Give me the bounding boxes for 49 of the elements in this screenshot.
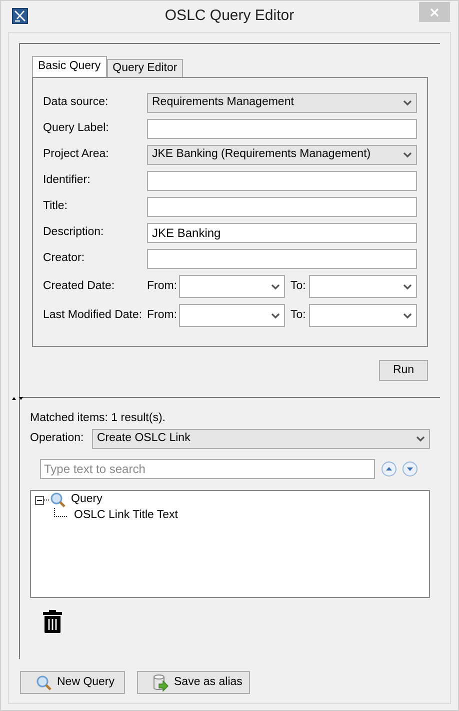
close-button[interactable]: [419, 2, 450, 22]
down-arrow-button[interactable]: [402, 461, 418, 477]
window-title: OSLC Query Editor: [164, 6, 294, 26]
from-label: From:: [147, 278, 178, 294]
field-label: Project Area:: [43, 147, 110, 162]
matched-items-text: Matched items: 1 result(s).: [30, 411, 166, 426]
from-label: From:: [147, 308, 178, 323]
tree-item[interactable]: OSLC Link Title Text: [72, 507, 178, 525]
dropdown-field[interactable]: Requirements Management: [147, 93, 417, 113]
field-label: Title:: [43, 199, 68, 214]
date-dropdown[interactable]: [309, 304, 418, 327]
collapse-icon[interactable]: [35, 496, 44, 504]
splitter-arrows-icon: [12, 396, 24, 401]
database-arrow-icon: [153, 674, 169, 692]
field-label: Identifier:: [43, 173, 92, 188]
field-label: Data source:: [43, 95, 110, 110]
field-label: Creator:: [43, 251, 86, 266]
date-dropdown[interactable]: [178, 275, 286, 298]
input-field[interactable]: [147, 171, 417, 191]
run-button[interactable]: Run: [379, 360, 428, 381]
trash-icon[interactable]: [42, 609, 63, 634]
to-label: To:: [289, 278, 307, 294]
tab[interactable]: Query Editor: [106, 59, 184, 77]
app-icon: [12, 8, 28, 24]
operation-dropdown[interactable]: Create OSLC Link: [92, 429, 430, 449]
to-label: To:: [289, 308, 307, 323]
close-icon: [430, 8, 439, 16]
field-label: Created Date:: [43, 278, 116, 294]
save-alias-button[interactable]: Save as alias: [137, 671, 250, 694]
tree-connector: [44, 499, 50, 501]
date-dropdown[interactable]: [309, 275, 418, 298]
operation-label: Operation:: [30, 431, 85, 446]
input-field[interactable]: [147, 249, 417, 269]
magnifier-icon: [36, 674, 52, 690]
tree-item[interactable]: Query: [69, 491, 102, 509]
field-label: Query Label:: [43, 121, 110, 136]
input-field[interactable]: JKE Banking: [147, 223, 417, 243]
up-arrow-button[interactable]: [381, 461, 397, 477]
date-dropdown[interactable]: [178, 304, 286, 327]
tab[interactable]: Basic Query: [32, 56, 107, 77]
field-label: Description:: [43, 225, 105, 240]
input-field[interactable]: [147, 197, 417, 217]
magnifier-icon: [50, 492, 66, 508]
dropdown-field[interactable]: JKE Banking (Requirements Management): [147, 145, 417, 165]
input-field[interactable]: [147, 119, 417, 139]
field-label: Last Modified Date:: [43, 308, 144, 323]
tree-connector: [54, 508, 68, 517]
search-field[interactable]: Type text to search: [40, 459, 375, 479]
new-query-button[interactable]: New Query: [20, 671, 125, 694]
